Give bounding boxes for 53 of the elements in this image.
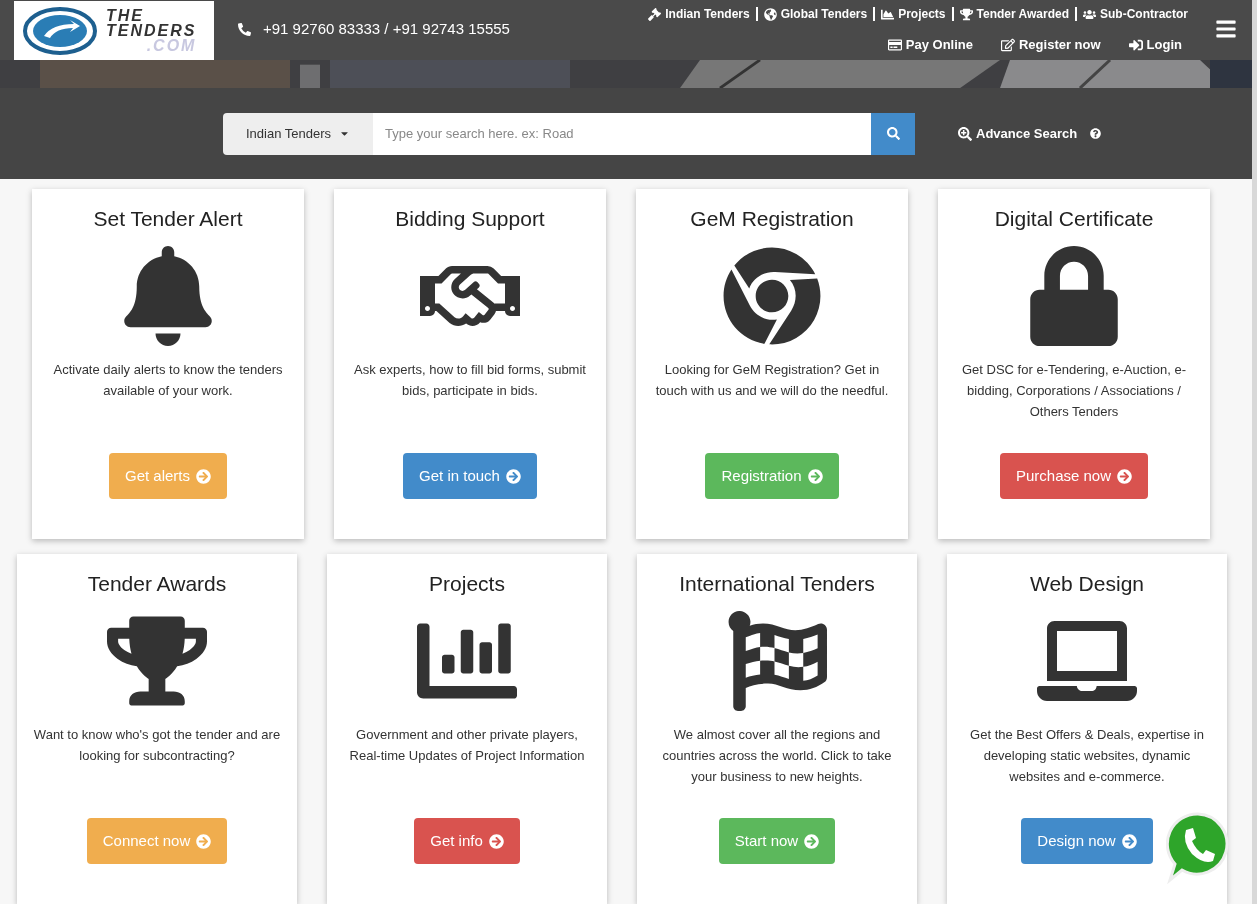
card-title: GeM Registration <box>690 206 854 232</box>
account-link[interactable]: Login <box>1128 35 1182 55</box>
sign-in-icon <box>1128 37 1143 52</box>
logo-text: THE <box>106 8 145 23</box>
credit-card-icon <box>887 37 902 52</box>
card-title: Bidding Support <box>395 206 545 232</box>
card-description: Want to know who's got the tender and are looking for subcontracting? <box>32 726 282 765</box>
advance-search-link[interactable]: Advance Search <box>958 123 1078 144</box>
card-description: We almost cover all the regions and countries across the world. Click to take your business to new heights. <box>661 726 893 786</box>
globe-icon <box>763 7 777 21</box>
nav-link[interactable]: Indian Tenders <box>648 5 750 23</box>
card-description: Get DSC for e-Tendering, e-Auction, e-bidding, Corporations / Associations / Others Tenders <box>961 361 1187 421</box>
card-title: International Tenders <box>679 571 875 597</box>
card-action-button[interactable]: Design now <box>1021 818 1153 864</box>
category-dropdown[interactable]: Indian Tenders <box>223 112 373 155</box>
card-title: Web Design <box>1030 571 1144 597</box>
card-title: Set Tender Alert <box>93 206 243 232</box>
zoom-in-icon <box>958 126 972 141</box>
card-title: Projects <box>429 571 505 597</box>
nav-link[interactable]: Tender Awarded <box>959 5 1069 23</box>
gavel-icon <box>648 7 662 21</box>
logo-text: TENDERS <box>106 23 197 38</box>
phone-icon <box>238 22 251 36</box>
card-title: Digital Certificate <box>994 206 1154 232</box>
card-description: Activate daily alerts to know the tenders available of your work. <box>52 361 284 400</box>
card-description: Looking for GeM Registration? Get in touch with us and we will do the needful. <box>654 361 890 400</box>
menu-button[interactable] <box>1214 18 1238 40</box>
card-action-button[interactable]: Get in touch <box>403 453 537 499</box>
card-action-button[interactable]: Purchase now <box>999 453 1149 499</box>
card-description: Ask experts, how to fill bid forms, submit bids, participate in bids. <box>353 361 587 400</box>
account-link[interactable]: Register now <box>1001 35 1101 55</box>
nav-link[interactable]: Sub-Contractor <box>1083 5 1188 23</box>
phone-numbers: +91 92760 83333 / +91 92743 15555 <box>263 19 510 39</box>
search-button[interactable] <box>871 112 915 155</box>
account-link[interactable]: Pay Online <box>887 35 973 55</box>
trophy-icon <box>959 7 973 21</box>
card-action-button[interactable]: Get info <box>414 818 520 864</box>
nav-link[interactable]: Projects <box>881 5 946 23</box>
nav-link[interactable]: Global Tenders <box>763 5 868 23</box>
help-icon[interactable] <box>1090 128 1102 140</box>
card-description: Government and other private players, Real-time Updates of Project Information <box>348 726 586 765</box>
chat-bubble-icon[interactable] <box>1166 812 1230 884</box>
users-icon <box>1083 7 1096 21</box>
card-description: Get the Best Offers & Deals, expertise in developing static websites, dynamic websites and e-commerce. <box>969 726 1205 786</box>
browser-logo-icon <box>722 246 822 346</box>
card-title: Tender Awards <box>87 571 227 597</box>
checkered-flag-icon <box>727 611 827 711</box>
swirl-logo-icon <box>22 5 98 56</box>
search-icon <box>886 127 900 141</box>
search-field[interactable]: Type your search here. ex: Road <box>373 112 871 155</box>
edit-icon <box>1001 37 1015 52</box>
menu-icon <box>1214 18 1238 40</box>
area-chart-icon <box>881 7 895 21</box>
